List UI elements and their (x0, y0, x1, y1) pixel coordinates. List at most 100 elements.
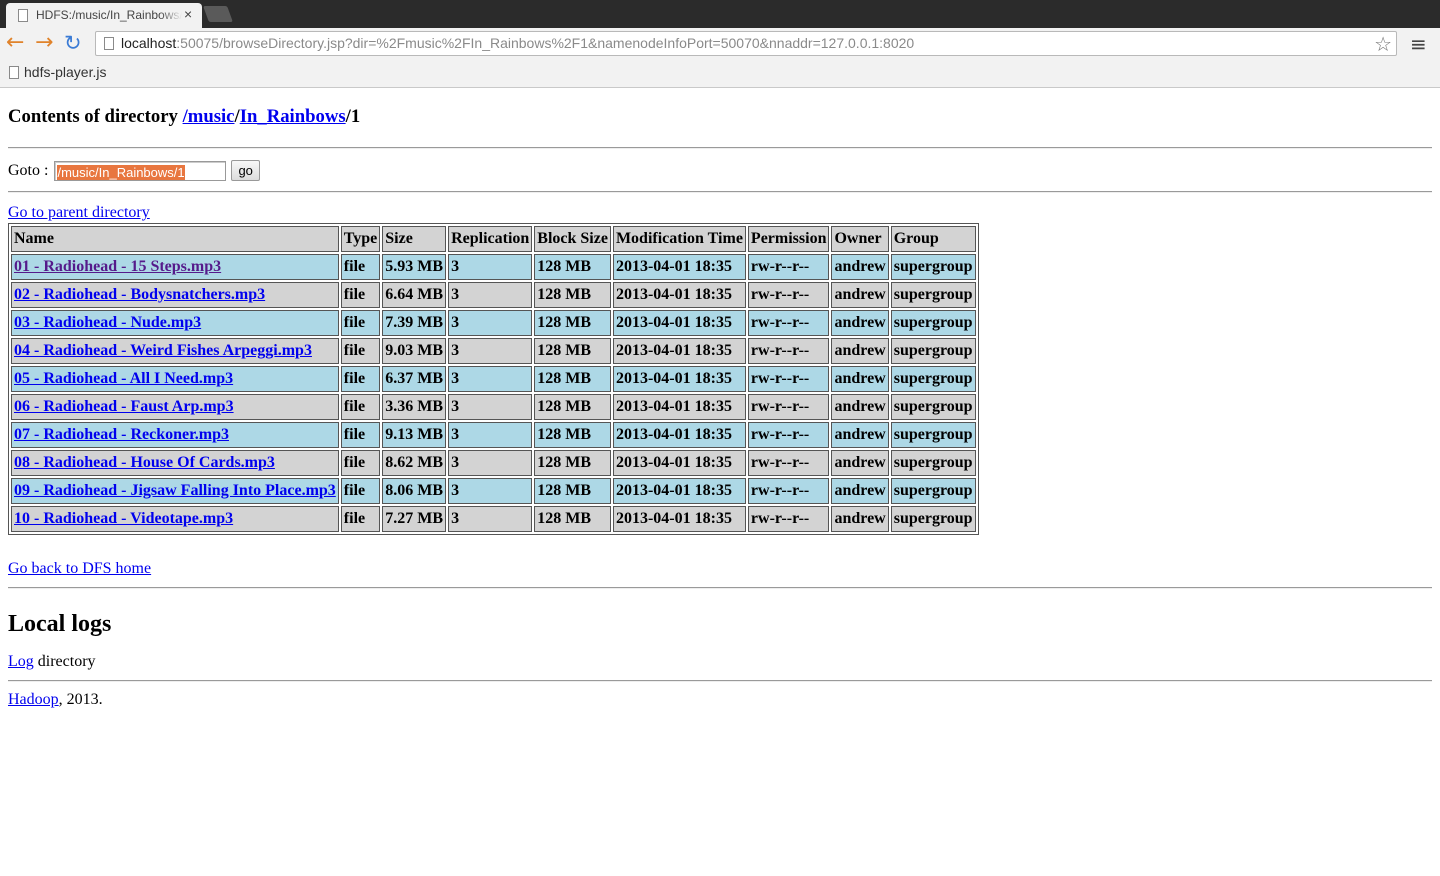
cell-modification-time: 2013-04-01 18:35 (612, 450, 746, 476)
cell-replication: 3 (448, 422, 533, 448)
cell-modification-time: 2013-04-01 18:35 (612, 394, 746, 420)
cell-block-size: 128 MB (534, 254, 611, 280)
tab-close-icon[interactable]: × (184, 6, 192, 22)
cell-type: file (340, 478, 381, 504)
file-link[interactable]: 08 - Radiohead - House Of Cards.mp3 (14, 454, 275, 471)
cell-permission: rw-r--r-- (747, 338, 830, 364)
cell-replication: 3 (448, 506, 533, 532)
cell-block-size: 128 MB (534, 282, 611, 308)
cell-block-size: 128 MB (534, 310, 611, 336)
cell-replication: 3 (448, 338, 533, 364)
file-link[interactable]: 10 - Radiohead - Videotape.mp3 (14, 510, 233, 527)
cell-size: 9.03 MB (382, 338, 447, 364)
cell-owner: andrew (831, 338, 889, 364)
menu-icon[interactable]: ≡ (1410, 32, 1427, 56)
url-path: :50075/browseDirectory.jsp?dir=%2Fmusic%… (176, 35, 915, 51)
cell-name: 07 - Radiohead - Reckoner.mp3 (11, 422, 339, 448)
url-host: localhost (121, 35, 177, 51)
file-link[interactable]: 03 - Radiohead - Nude.mp3 (14, 314, 201, 331)
table-row: 02 - Radiohead - Bodysnatchers.mp3 file 6.… (11, 282, 976, 308)
heading-prefix: Contents of directory (8, 106, 183, 127)
cell-type: file (340, 394, 381, 420)
file-link[interactable]: 02 - Radiohead - Bodysnatchers.mp3 (14, 286, 265, 303)
divider (8, 147, 1432, 149)
page-icon (104, 37, 114, 50)
heading-link-in-rainbows[interactable]: In_Rainbows (240, 106, 346, 127)
file-link[interactable]: 04 - Radiohead - Weird Fishes Arpeggi.mp… (14, 342, 312, 359)
goto-form: Goto : /music/In_Rainbows/1 go (8, 160, 1432, 183)
cell-size: 7.39 MB (382, 310, 447, 336)
cell-block-size: 128 MB (534, 394, 611, 420)
forward-arrow-icon[interactable]: → (35, 30, 53, 56)
cell-type: file (340, 310, 381, 336)
cell-owner: andrew (831, 282, 889, 308)
bookmark-label: hdfs-player.js (24, 64, 107, 80)
footer: Hadoop, 2013. (8, 691, 1432, 709)
cell-size: 9.13 MB (382, 422, 447, 448)
dfs-home-link[interactable]: Go back to DFS home (8, 560, 151, 577)
cell-owner: andrew (831, 310, 889, 336)
cell-name: 01 - Radiohead - 15 Steps.mp3 (11, 254, 339, 280)
goto-input[interactable]: /music/In_Rainbows/1 (54, 160, 227, 181)
cell-group: supergroup (890, 506, 976, 532)
back-arrow-icon[interactable]: ← (6, 30, 24, 56)
cell-group: supergroup (890, 478, 976, 504)
cell-permission: rw-r--r-- (747, 282, 830, 308)
file-link[interactable]: 07 - Radiohead - Reckoner.mp3 (14, 426, 229, 443)
divider (8, 191, 1432, 193)
hadoop-link[interactable]: Hadoop (8, 691, 59, 708)
file-link[interactable]: 05 - Radiohead - All I Need.mp3 (14, 370, 233, 387)
bookmark-item[interactable]: hdfs-player.js (9, 64, 106, 80)
parent-directory-link[interactable]: Go to parent directory (8, 204, 150, 221)
file-icon (9, 66, 19, 79)
log-link[interactable]: Log (8, 653, 34, 670)
table-row: 07 - Radiohead - Reckoner.mp3 file 9.13 MB… (11, 422, 976, 448)
table-row: 06 - Radiohead - Faust Arp.mp3 file 3.36 M… (11, 394, 976, 420)
cell-type: file (340, 422, 381, 448)
cell-name: 05 - Radiohead - All I Need.mp3 (11, 366, 339, 392)
cell-block-size: 128 MB (534, 506, 611, 532)
bookmark-star-icon[interactable]: ☆ (1374, 32, 1392, 56)
cell-owner: andrew (831, 366, 889, 392)
table-row: 04 - Radiohead - Weird Fishes Arpeggi.mp… (11, 338, 976, 364)
cell-replication: 3 (448, 394, 533, 420)
go-button[interactable]: go (231, 160, 260, 181)
cell-replication: 3 (448, 450, 533, 476)
cell-size: 5.93 MB (382, 254, 447, 280)
log-suffix: directory (33, 653, 96, 670)
cell-group: supergroup (890, 254, 976, 280)
cell-permission: rw-r--r-- (747, 450, 830, 476)
cell-replication: 3 (448, 282, 533, 308)
cell-type: file (340, 366, 381, 392)
reload-icon[interactable]: ↻ (64, 30, 82, 56)
column-header-owner: Owner (831, 226, 889, 252)
local-logs-heading: Local logs (8, 611, 112, 637)
file-link[interactable]: 09 - Radiohead - Jigsaw Falling Into Pla… (14, 482, 336, 499)
heading-link-music[interactable]: /music (183, 106, 235, 127)
browser-tab[interactable]: HDFS:/music/In_Rainbows/1 × (6, 3, 202, 28)
cell-owner: andrew (831, 422, 889, 448)
file-link[interactable]: 01 - Radiohead - 15 Steps.mp3 (14, 258, 221, 275)
table-row: 08 - Radiohead - House Of Cards.mp3 file 8… (11, 450, 976, 476)
table-row: 10 - Radiohead - Videotape.mp3 file 7.27 M… (11, 506, 976, 532)
cell-type: file (340, 338, 381, 364)
cell-type: file (340, 254, 381, 280)
cell-modification-time: 2013-04-01 18:35 (612, 422, 746, 448)
cell-group: supergroup (890, 422, 976, 448)
new-tab-button[interactable] (203, 6, 233, 22)
cell-type: file (340, 282, 381, 308)
cell-permission: rw-r--r-- (747, 254, 830, 280)
address-bar[interactable]: localhost:50075/browseDirectory.jsp?dir=… (95, 31, 1397, 56)
column-header-size: Size (382, 226, 447, 252)
cell-size: 7.27 MB (382, 506, 447, 532)
file-link[interactable]: 06 - Radiohead - Faust Arp.mp3 (14, 398, 234, 415)
cell-group: supergroup (890, 338, 976, 364)
column-header-type: Type (340, 226, 381, 252)
cell-modification-time: 2013-04-01 18:35 (612, 506, 746, 532)
cell-size: 6.64 MB (382, 282, 447, 308)
cell-owner: andrew (831, 254, 889, 280)
url-text[interactable]: localhost:50075/browseDirectory.jsp?dir=… (121, 35, 914, 51)
cell-size: 3.36 MB (382, 394, 447, 420)
cell-replication: 3 (448, 478, 533, 504)
cell-size: 6.37 MB (382, 366, 447, 392)
